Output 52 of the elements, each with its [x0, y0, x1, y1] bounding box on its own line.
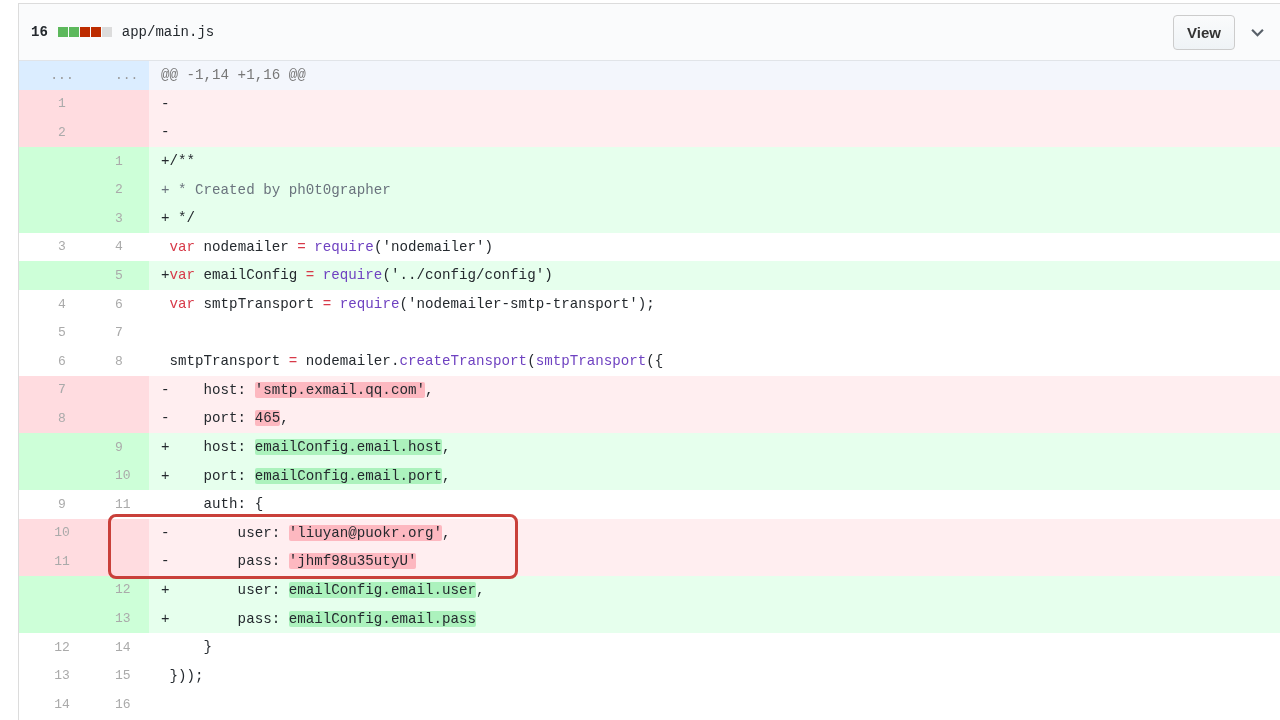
new-line-number: 9	[111, 432, 149, 462]
code-line: + pass: emailConfig.email.pass	[160, 609, 478, 629]
old-line-number: 5	[57, 324, 67, 343]
old-line-number: 12	[53, 638, 71, 657]
file-path[interactable]: app/main.js	[121, 24, 215, 40]
new-line-number: 16	[114, 695, 132, 714]
new-line-number: 6	[114, 295, 124, 314]
new-line-number: 14	[114, 638, 132, 657]
new-line-number: 13	[111, 604, 149, 633]
change-count: 16	[31, 24, 48, 40]
new-line-number: 4	[114, 238, 124, 257]
code-line: smtpTransport = nodemailer.createTransport(smtpTransport({	[168, 352, 665, 372]
old-line-number: 4	[57, 295, 67, 314]
old-line-number: ...	[19, 61, 111, 90]
view-button[interactable]: View	[1173, 14, 1235, 50]
code-line: - pass: 'jhmf98u35utyU'	[160, 552, 418, 572]
code-line: +var emailConfig = require('../config/config')	[160, 266, 554, 286]
old-line-number: 13	[53, 667, 71, 686]
new-line-number: 10	[111, 461, 149, 490]
new-line-number: 3	[111, 203, 149, 233]
new-line-number: 11	[114, 495, 132, 514]
code-line: var nodemailer = require('nodemailer')	[168, 237, 495, 257]
old-line-number: 2	[19, 118, 111, 147]
code-line: - port: 465,	[160, 409, 290, 429]
new-line-number: 7	[114, 324, 124, 343]
new-line-number: ...	[111, 61, 149, 90]
old-line-number: 3	[57, 238, 67, 257]
code-line: - user: 'liuyan@puokr.org',	[160, 523, 452, 543]
new-line-number: 15	[114, 667, 132, 686]
code-line: + user: emailConfig.email.user,	[160, 580, 486, 600]
old-line-number: 11	[19, 547, 111, 576]
old-line-number: 7	[19, 375, 111, 405]
new-line-number: 2	[111, 175, 149, 204]
new-line-number: 1	[111, 146, 149, 176]
old-line-number: 10	[19, 518, 111, 548]
old-line-number: 1	[19, 89, 111, 119]
code-line: +/**	[160, 152, 197, 172]
code-line: -	[160, 123, 171, 143]
code-line: var smtpTransport = require('nodemailer-smtp-transport');	[168, 295, 656, 315]
old-line-number: 6	[57, 352, 67, 371]
code-line: -	[160, 94, 171, 114]
old-line-number: 14	[53, 695, 71, 714]
code-line: auth: {	[202, 495, 265, 515]
old-line-number: 9	[57, 495, 67, 514]
new-line-number: 8	[114, 352, 124, 371]
code-line: @@ -1,14 +1,16 @@	[160, 66, 307, 86]
code-line: + * Created by ph0t0grapher	[160, 180, 392, 200]
code-line: }	[202, 638, 214, 658]
code-line: + */	[160, 209, 197, 229]
old-line-number: 8	[19, 404, 111, 433]
code-line: }));	[168, 666, 205, 686]
new-line-number: 5	[111, 261, 149, 290]
